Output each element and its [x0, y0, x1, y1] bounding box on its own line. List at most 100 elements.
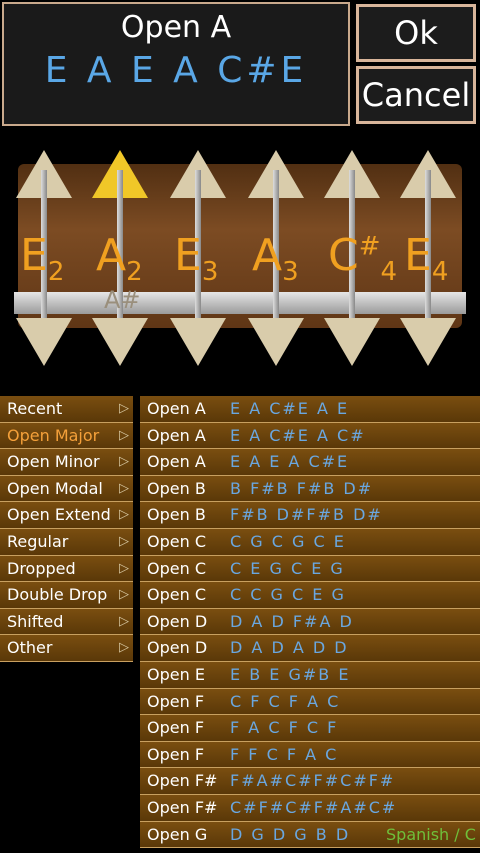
tune-down-arrow-5[interactable]: [324, 318, 380, 366]
tuning-name: Open C: [147, 558, 206, 578]
note-letter: E: [20, 230, 48, 281]
tuning-notes: E A C#E A C#: [230, 425, 366, 445]
string-note-6: E4: [404, 230, 448, 287]
tune-down-arrow-6[interactable]: [400, 318, 456, 366]
category-label: Dropped: [7, 558, 76, 578]
tuning-notes: B F#B F#B D#: [230, 478, 374, 498]
tuning-header: Open A E A E A C#E: [2, 2, 350, 126]
string-note-1: E2: [20, 230, 64, 287]
tuning-notes: C C G C E G: [230, 585, 346, 605]
category-item[interactable]: Dropped ▷: [0, 555, 133, 583]
tuning-name: Open D: [147, 611, 208, 631]
category-item[interactable]: Open Minor ▷: [0, 449, 133, 476]
tuning-name: Open F#: [147, 771, 218, 791]
tuning-notes: E A C#E A E: [230, 399, 350, 418]
tuning-row[interactable]: Open C C E G C E G: [140, 555, 480, 583]
category-item[interactable]: Open Major ▷: [0, 422, 133, 450]
tuning-name: Open F: [147, 744, 205, 764]
string-note-3: E3: [174, 230, 218, 287]
tuning-name: Open B: [147, 505, 206, 525]
tuning-row[interactable]: Open C C C G C E G: [140, 582, 480, 609]
category-label: Shifted: [7, 611, 64, 631]
tuning-notes: D A D A D D: [230, 638, 349, 658]
ok-button[interactable]: Ok: [356, 4, 476, 62]
tuning-row[interactable]: Open F C F C F A C: [140, 688, 480, 716]
tuning-row[interactable]: Open A E A C#E A E: [140, 396, 480, 423]
category-list: Recent ▷ Open Major ▷ Open Minor ▷ Open Modal ▷…: [0, 396, 133, 662]
tuning-notes: F#A#C#F#C#F#: [230, 771, 396, 791]
category-label: Open Major: [7, 425, 100, 445]
tuning-name: Open A: [147, 425, 206, 445]
tuning-name: Open F: [147, 718, 205, 738]
tuning-row[interactable]: Open G D G D G B D Spanish / C: [140, 821, 480, 849]
category-item[interactable]: Recent ▷: [0, 396, 133, 423]
tuning-row[interactable]: Open F# F#A#C#F#C#F#: [140, 768, 480, 795]
chevron-right-icon: ▷: [119, 507, 129, 523]
cancel-button[interactable]: Cancel: [356, 66, 476, 124]
tuning-notes: F A C F C F: [230, 718, 339, 738]
tuning-row[interactable]: Open F F A C F C F: [140, 715, 480, 742]
tuning-notes: D A D F#A D: [230, 611, 354, 631]
tuning-notes: F F C F A C: [230, 744, 339, 764]
tune-down-arrow-4[interactable]: [248, 318, 304, 366]
string-note-5: C#4: [328, 230, 397, 287]
category-item[interactable]: Shifted ▷: [0, 608, 133, 636]
chevron-right-icon: ▷: [119, 560, 129, 576]
string-note-2: A2: [96, 230, 143, 287]
tuning-notes: E A E A C#E: [230, 452, 350, 472]
category-item[interactable]: Open Modal ▷: [0, 475, 133, 503]
tuning-name: Open F: [147, 691, 205, 711]
tune-down-arrow-1[interactable]: [16, 318, 72, 366]
note-octave: 4: [380, 256, 398, 287]
tuning-list: Open AE A C#E A E Open AE A C#E A C# Open …: [140, 396, 480, 849]
tuning-name: Open F#: [147, 797, 218, 817]
tuning-notes: E B E G#B E: [230, 664, 351, 684]
tuning-row[interactable]: Open F F F C F A C: [140, 741, 480, 769]
category-label: Double Drop: [7, 585, 108, 605]
category-label: Open Modal: [7, 478, 103, 498]
note-letter: A: [252, 230, 283, 281]
note-octave: 2: [126, 256, 143, 287]
category-item[interactable]: Regular ▷: [0, 528, 133, 556]
tuning-notes: F#B D#F#B D#: [230, 505, 383, 525]
string-note-4: A3: [252, 230, 299, 287]
tuning-notes: C G C G C E: [230, 531, 346, 551]
tuning-name: Open G: [147, 824, 208, 844]
tuning-notes: C E G C E G: [230, 558, 345, 578]
chevron-right-icon: ▷: [119, 533, 129, 549]
note-letter: C: [328, 230, 359, 281]
chevron-right-icon: ▷: [119, 640, 129, 656]
category-label: Open Extend: [7, 505, 111, 525]
category-item[interactable]: Other ▷: [0, 635, 133, 662]
tuning-row[interactable]: Open D D A D A D D: [140, 635, 480, 662]
tune-down-arrow-2[interactable]: [92, 318, 148, 366]
tuning-row[interactable]: Open A E A C#E A C#: [140, 422, 480, 450]
tuning-title: Open A: [120, 10, 232, 45]
category-item[interactable]: Double Drop ▷: [0, 582, 133, 609]
tuning-name: Open E: [147, 664, 205, 684]
category-item[interactable]: Open Extend ▷: [0, 502, 133, 529]
tune-down-arrow-3[interactable]: [170, 318, 226, 366]
tuning-notes: C#F#C#F#A#C#: [230, 797, 398, 817]
tuning-row[interactable]: Open D D A D F#A D: [140, 608, 480, 636]
tuning-row[interactable]: Open B B F#B F#B D#: [140, 475, 480, 503]
tuning-notes: E A E A C#E: [44, 50, 308, 91]
category-label: Recent: [7, 399, 63, 418]
tuning-row[interactable]: Open C C G C G C E: [140, 528, 480, 556]
tuning-notes: D G D G B D: [230, 824, 351, 844]
note-octave: 3: [201, 256, 219, 287]
tuning-name: Open B: [147, 478, 206, 498]
chevron-right-icon: ▷: [119, 401, 129, 416]
chevron-right-icon: ▷: [119, 587, 129, 603]
tuning-row[interactable]: Open B F#B D#F#B D#: [140, 502, 480, 529]
tuning-row[interactable]: Open E E B E G#B E: [140, 661, 480, 689]
tuning-row[interactable]: Open F# C#F#C#F#A#C#: [140, 794, 480, 822]
guitar-neck: E2 A2 E3 A3 C#4 E4: [14, 150, 466, 370]
note-octave: 2: [47, 256, 65, 287]
note-letter: E: [174, 230, 202, 281]
category-label: Regular: [7, 531, 69, 551]
category-label: Other: [7, 638, 53, 658]
tuning-row[interactable]: Open A E A E A C#E: [140, 449, 480, 476]
note-letter: A: [96, 230, 127, 281]
note-sharp: #: [358, 231, 381, 262]
